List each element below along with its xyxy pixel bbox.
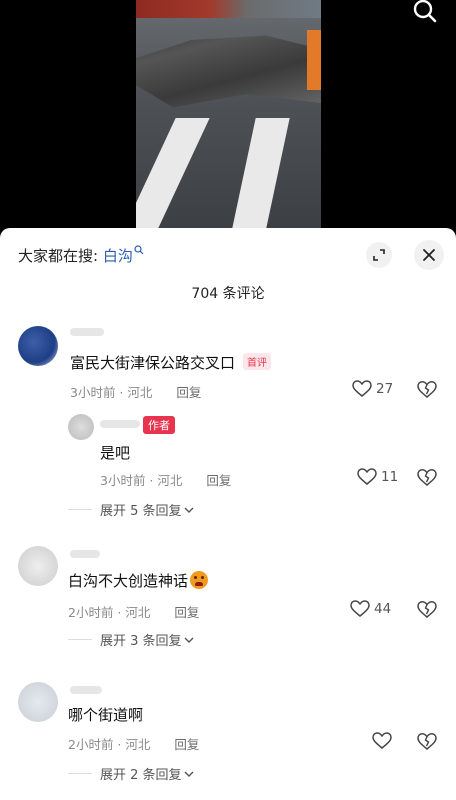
first-comment-badge: 首评	[243, 353, 272, 370]
reply-time-location: 3小时前 · 河北	[100, 473, 183, 488]
like-count: 27	[376, 381, 394, 397]
expand-button[interactable]	[366, 242, 392, 268]
crosswalk-stripe	[136, 118, 210, 228]
search-icon	[413, 0, 437, 23]
heart-icon	[352, 380, 372, 397]
chevron-down-icon	[184, 771, 194, 777]
video-background	[136, 0, 321, 18]
comment-meta: 2小时前 · 河北 回复	[68, 734, 199, 753]
video-frame	[136, 0, 321, 228]
comment-text[interactable]: 哪个街道啊	[68, 704, 143, 725]
username-blurred[interactable]	[100, 420, 140, 428]
reply-button[interactable]: 回复	[176, 385, 201, 400]
comment-text[interactable]: 富民大街津保公路交叉口 首评	[70, 352, 272, 373]
comment-time-location: 2小时前 · 河北	[68, 737, 151, 752]
expand-icon	[373, 249, 385, 261]
avatar[interactable]	[18, 682, 58, 722]
comments-panel: 大家都在搜: 白沟 704 条评论 富民大街津保公路交叉口 首评 3小时前 · 河…	[0, 228, 456, 800]
expand-replies-label: 展开 2 条回复	[100, 768, 182, 783]
close-icon	[423, 249, 435, 261]
road-collapse	[136, 35, 321, 108]
reply-button[interactable]: 回复	[174, 737, 199, 752]
like-button[interactable]	[372, 732, 396, 750]
avatar[interactable]	[68, 414, 94, 440]
comment-text-content: 富民大街津保公路交叉口	[70, 354, 236, 372]
divider	[68, 509, 92, 510]
avatar[interactable]	[18, 326, 58, 366]
heart-icon	[350, 600, 370, 617]
divider	[68, 639, 92, 640]
username-blurred[interactable]	[70, 328, 104, 336]
reply-text[interactable]: 是吧	[100, 442, 130, 463]
reply-button[interactable]: 回复	[206, 473, 231, 488]
close-button[interactable]	[414, 240, 444, 270]
comment-meta: 3小时前 · 河北 回复	[70, 382, 201, 401]
broken-heart-icon	[417, 601, 437, 618]
search-icon	[134, 245, 144, 255]
expand-replies-label: 展开 5 条回复	[100, 504, 182, 519]
broken-heart-icon	[417, 381, 437, 398]
comment-count: 704 条评论	[191, 286, 265, 302]
comment-meta: 2小时前 · 河北 回复	[68, 602, 199, 621]
dislike-button[interactable]	[416, 378, 438, 400]
comment-time-location: 3小时前 · 河北	[70, 385, 153, 400]
broken-heart-icon	[417, 469, 437, 486]
expand-replies-label: 展开 3 条回复	[100, 634, 182, 649]
search-button[interactable]	[410, 0, 440, 26]
avatar[interactable]	[18, 546, 58, 586]
chevron-down-icon	[184, 507, 194, 513]
dislike-button[interactable]	[416, 598, 438, 620]
username-blurred[interactable]	[70, 686, 102, 694]
trending-search[interactable]: 大家都在搜: 白沟	[18, 245, 144, 266]
trending-search-prefix: 大家都在搜:	[18, 247, 103, 265]
heart-icon	[372, 732, 392, 749]
like-button[interactable]: 11	[357, 468, 398, 486]
expand-replies-button[interactable]: 展开 5 条回复	[68, 500, 194, 519]
heart-icon	[357, 468, 377, 485]
like-button[interactable]: 27	[352, 380, 393, 398]
angry-emoji-icon	[190, 571, 209, 589]
reply-button[interactable]: 回复	[174, 605, 199, 620]
chevron-down-icon	[184, 637, 194, 643]
divider	[68, 773, 92, 774]
video-player[interactable]	[0, 0, 456, 228]
broken-heart-icon	[417, 733, 437, 750]
reply-meta: 3小时前 · 河北 回复	[100, 470, 231, 489]
comment-time-location: 2小时前 · 河北	[68, 605, 151, 620]
comment-text-content: 白沟不大创造神话	[68, 572, 189, 590]
barrier	[307, 30, 321, 90]
username-blurred[interactable]	[70, 550, 100, 558]
like-count: 11	[381, 469, 399, 485]
author-badge: 作者	[143, 416, 175, 434]
expand-replies-button[interactable]: 展开 3 条回复	[68, 630, 194, 649]
trending-search-keyword[interactable]: 白沟	[103, 247, 133, 265]
like-count: 44	[374, 601, 392, 617]
comment-text[interactable]: 白沟不大创造神话	[68, 570, 209, 591]
expand-replies-button[interactable]: 展开 2 条回复	[68, 764, 194, 783]
dislike-button[interactable]	[416, 466, 438, 488]
dislike-button[interactable]	[416, 730, 438, 752]
like-button[interactable]: 44	[350, 600, 391, 618]
crosswalk-stripe	[232, 118, 290, 228]
